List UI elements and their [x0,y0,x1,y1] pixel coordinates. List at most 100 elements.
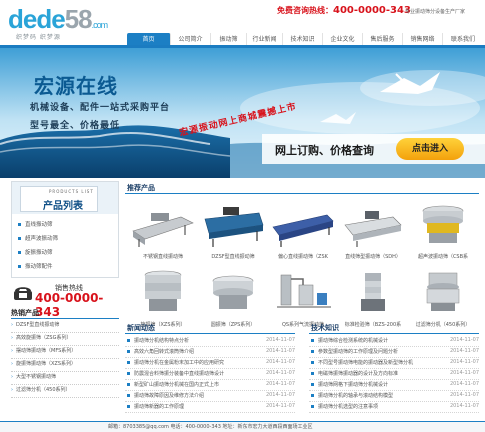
tech-title: 技术知识 [311,324,339,332]
bullet-icon [127,394,130,397]
bullet-icon [127,372,130,375]
news-item[interactable]: 振动筛分机在金属粉末加工中的应用研究 2014-11-07 [125,359,295,369]
category-header: PRODUCTS LIST 产品列表 [12,182,118,214]
bullet-icon [311,383,314,386]
arrow-icon: › [11,361,13,367]
product-caption: 直线筛型振动筛（SDH） [345,254,401,260]
hot-product-item[interactable]: › 摆动筛振动筛（MFS系列） [11,347,119,359]
bullet-icon [127,339,130,342]
category-title: 产品列表 [43,201,83,212]
news-item[interactable]: 振动筛分机结构特点分析 2014-11-07 [125,337,295,347]
product-image [361,273,385,311]
hot-product-item[interactable]: › 旋振筛振动筛（XZS系列） [11,360,119,372]
product-caption: DZSF型直线振动筛 [211,254,255,260]
hot-product-item[interactable]: › 大型不锈钢振动筛 [11,373,119,385]
product-image [344,211,402,247]
tech-item[interactable]: 振动筛分机选型的注意事项 2014-11-07 [309,403,479,413]
product-image [422,205,464,243]
product-image [144,270,182,311]
phone-icon [14,287,32,300]
header-slogan: 专业振动筛分设备生产厂家 [405,9,466,15]
product-card[interactable]: 直线筛型振动筛（SDH） [337,199,409,265]
banner-line1: 机械设备、配件一站式采购平台 [30,103,171,113]
hotline-number: 400-0000-343 [333,5,411,16]
site-footer: 邮箱：8703385@qq.com 电话：400-0000-343 地址：新东市… [0,421,485,432]
product-image [132,213,194,247]
recommend-header: 推荐产品 [125,181,479,194]
bullet-icon [311,405,314,408]
bullet-icon [311,372,314,375]
sales-hotline-box: 销售热线 400-0000-343 [11,281,119,319]
bullet-icon [311,394,314,397]
arrow-icon: › [11,374,13,380]
logo-tagline: 织梦码 织梦源 [16,34,61,41]
recommend-title: 推荐产品 [127,184,155,192]
hot-products-header: 热销产品 [11,308,119,319]
product-card[interactable]: 超声波振动筛（CSB系 [407,199,479,265]
hot-product-item[interactable]: › 高效旋振筛（ZSG系列） [11,334,119,346]
logo-text-a: dede [8,4,66,34]
news-item[interactable]: 新型矿山振动筛分机械在国内正式上市 2014-11-07 [125,381,295,391]
arrow-icon: › [11,348,13,354]
news-item[interactable]: 振动筛新器的工作原理 2014-11-07 [125,403,295,413]
bullet-icon [127,383,130,386]
news-item[interactable]: 防震混合料筛振分装备中直线振动筛设计 2014-11-07 [125,370,295,380]
category-title-en: PRODUCTS LIST [49,189,94,194]
bullet-icon [311,350,314,353]
tech-header: 技术知识 [309,321,479,334]
tech-item[interactable]: 不同型号振动筛电能的振动器及新型筛分机 2014-11-07 [309,359,479,369]
banner-line2: 型号最全、价格最低 [30,121,121,131]
product-card[interactable]: DZSF型直线振动筛 [197,199,269,265]
tech-item[interactable]: 振动筛综合检测系统的机械设计 2014-11-07 [309,337,479,347]
site-header: dede58.com 织梦码 织梦源 免费咨询热线：400-0000-343 专… [0,0,485,46]
bullet-icon [18,237,21,240]
bullet-icon [127,361,130,364]
enter-shop-button[interactable]: 点击进入 [396,138,464,160]
header-hotline: 免费咨询热线：400-0000-343 [277,5,411,16]
bullet-icon [127,405,130,408]
product-card[interactable]: 偏心直线振动筛（ZSK [267,199,339,265]
left-sidebar: PRODUCTS LIST 产品列表 直线振动筛 超声波振动筛 旋振振动筛 振动… [11,181,119,421]
product-image [204,207,264,247]
category-item[interactable]: 旋振振动筛 [18,248,114,258]
main-content: 推荐产品 不锈钢直线振动筛 DZSF型直线振动筛 偏心直线振动筛（ZSK 直线筛… [125,181,479,421]
category-item[interactable]: 超声波振动筛 [18,234,114,244]
tech-item[interactable]: 振动筛网格下振动筛分机械设计 2014-11-07 [309,381,479,391]
tech-item[interactable]: 振动筛分机的轴承与滚动结构模型 2014-11-07 [309,392,479,402]
category-badge: PRODUCTS LIST 产品列表 [20,186,98,212]
tech-item[interactable]: 电磁筛振筛振动器的设计及方向标准 2014-11-07 [309,370,479,380]
product-image [212,275,254,309]
product-image [277,274,331,308]
site-logo[interactable]: dede58.com 织梦码 织梦源 [8,6,120,42]
hot-product-item[interactable]: › DZSF型直线振动筛 [11,321,119,333]
bullet-icon [18,251,21,254]
bullet-icon [311,339,314,342]
hot-products-title: 热销产品 [11,309,39,317]
bullet-icon [18,223,21,226]
arrow-icon: › [11,387,13,393]
news-title: 新闻动态 [127,324,155,332]
arrow-icon: › [11,322,13,328]
news-item[interactable]: 高效六角回转式滚筒筛介绍 2014-11-07 [125,348,295,358]
product-caption: 不锈钢直线振动筛 [142,254,183,260]
news-header: 新闻动态 [125,321,295,334]
footer-contact: 邮箱：8703385@qq.com 电话：400-0000-343 地址：新东市… [108,424,313,430]
banner-title: 宏源在线 [34,74,118,98]
bullet-icon [18,265,21,268]
product-image [272,214,334,247]
product-caption: 超声波振动筛（CSB系 [417,254,469,260]
product-card[interactable]: 不锈钢直线振动筛 [127,199,199,265]
category-item[interactable]: 振动筛配件 [18,262,114,272]
product-category-box: PRODUCTS LIST 产品列表 直线振动筛 超声波振动筛 旋振振动筛 振动… [11,181,119,278]
category-item[interactable]: 直线振动筛 [18,220,114,230]
arrow-icon: › [11,335,13,341]
product-caption: 偏心直线振动筛（ZSK [278,254,328,260]
hot-product-item[interactable]: › 过滤筛分机（450系列） [11,386,119,398]
tech-item[interactable]: 参数型振动筛的工作原理及问题分析 2014-11-07 [309,348,479,358]
news-item[interactable]: 振动筛故障原因及维修方法介绍 2014-11-07 [125,392,295,402]
logo-text-com: .com [91,20,108,30]
banner-buy-text: 网上订购、价格查询 [275,144,374,157]
logo-text-b: 58 [64,4,93,34]
product-image [426,272,460,311]
bullet-icon [127,350,130,353]
